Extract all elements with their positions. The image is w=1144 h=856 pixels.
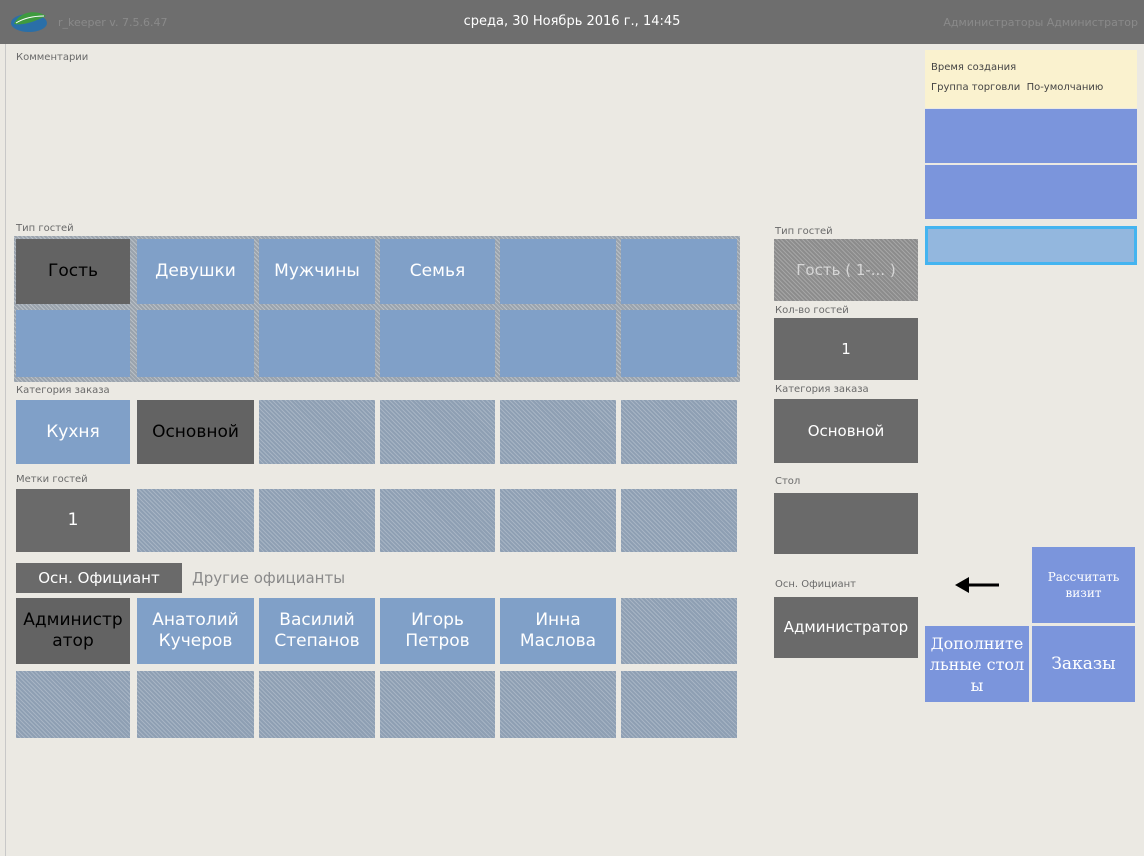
guest-type-tile-empty[interactable]	[500, 310, 616, 377]
guest-type-tile[interactable]: Девушки	[137, 239, 254, 304]
extra-tables-button[interactable]: Дополнительные столы	[925, 626, 1029, 702]
order-category-tile-empty[interactable]	[500, 400, 616, 464]
order-category-label: Категория заказа	[16, 385, 110, 396]
waiter-second-line: Кучеров	[158, 631, 233, 651]
order-category-tile-empty[interactable]	[380, 400, 495, 464]
waiter-tile[interactable]: Администр атор	[16, 598, 130, 664]
guest-type-tile-empty[interactable]	[380, 310, 495, 377]
waiter-second-line: Петров	[405, 631, 470, 651]
waiter-tile[interactable]: Василий Степанов	[259, 598, 375, 664]
summary-waiter-button[interactable]: Администратор	[774, 597, 918, 658]
order-category-tile[interactable]: Кухня	[16, 400, 130, 464]
tab-other-waiters[interactable]: Другие официанты	[192, 569, 345, 587]
waiter-first-line: Василий	[279, 610, 355, 630]
waiter-tile[interactable]: Анатолий Кучеров	[137, 598, 254, 664]
guest-type-tile[interactable]: Мужчины	[259, 239, 375, 304]
guest-type-tile-empty[interactable]	[621, 239, 737, 304]
trade-group-label-text: Группа торговли	[931, 82, 1021, 93]
guest-mark-tile-empty[interactable]	[500, 489, 616, 552]
guest-type-label: Тип гостей	[16, 223, 74, 234]
comments-area[interactable]	[14, 64, 739, 214]
guest-type-tile-empty[interactable]	[621, 310, 737, 377]
guest-marks-label: Метки гостей	[16, 474, 88, 485]
guest-mark-tile-empty[interactable]	[621, 489, 737, 552]
right-panel-slot-1[interactable]	[925, 109, 1137, 163]
title-bar: r_keeper v. 7.5.6.47 среда, 30 Ноябрь 20…	[0, 0, 1144, 44]
waiter-first-line: Инна	[535, 610, 581, 630]
arrow-left-icon[interactable]	[953, 574, 1003, 596]
right-panel-input[interactable]	[925, 226, 1137, 265]
guest-type-tile[interactable]: Семья	[380, 239, 495, 304]
order-info-box: Время создания Группа торговли По-умолча…	[925, 50, 1137, 108]
waiter-second-line: Степанов	[274, 631, 360, 651]
comments-label: Комментарии	[16, 52, 89, 63]
waiter-tile-empty[interactable]	[380, 671, 495, 738]
guest-mark-tile-empty[interactable]	[137, 489, 254, 552]
summary-table-label: Стол	[775, 476, 801, 487]
tab-main-waiter[interactable]: Осн. Официант	[16, 563, 182, 593]
summary-guest-count-button[interactable]: 1	[774, 318, 918, 380]
summary-guest-type-label: Тип гостей	[775, 226, 833, 237]
summary-waiter-label: Осн. Официант	[775, 579, 856, 590]
waiter-tile-empty[interactable]	[137, 671, 254, 738]
waiter-tile-empty[interactable]	[621, 598, 737, 664]
guest-type-tile-empty[interactable]	[500, 239, 616, 304]
guest-type-tile-empty[interactable]	[137, 310, 254, 377]
waiter-tile-empty[interactable]	[259, 671, 375, 738]
summary-guest-count-label: Кол-во гостей	[775, 305, 849, 316]
summary-order-category-button[interactable]: Основной	[774, 399, 918, 463]
summary-order-category-label: Категория заказа	[775, 384, 869, 395]
calc-visit-button[interactable]: Рассчитать визит	[1032, 547, 1135, 623]
waiter-second-line: атор	[52, 631, 94, 651]
summary-table-button[interactable]	[774, 493, 918, 554]
order-category-tile[interactable]: Основной	[137, 400, 254, 464]
waiter-second-line: Маслова	[519, 631, 597, 651]
guest-mark-tile[interactable]: 1	[16, 489, 130, 552]
guest-type-tile[interactable]: Гость	[16, 239, 130, 304]
waiter-tile-empty[interactable]	[500, 671, 616, 738]
waiter-first-line: Игорь	[411, 610, 464, 630]
trade-group-label: Группа торговли По-умолчанию	[931, 82, 1103, 93]
order-category-tile-empty[interactable]	[259, 400, 375, 464]
waiter-first-line: Анатолий	[152, 610, 239, 630]
order-category-tile-empty[interactable]	[621, 400, 737, 464]
left-border	[5, 44, 6, 856]
user-text: Администраторы Администратор	[943, 16, 1138, 29]
orders-button[interactable]: Заказы	[1032, 626, 1135, 702]
guest-mark-tile-empty[interactable]	[259, 489, 375, 552]
waiter-first-line: Администр	[23, 610, 123, 630]
right-panel-slot-2[interactable]	[925, 165, 1137, 219]
trade-group-value: По-умолчанию	[1026, 82, 1104, 93]
waiter-tile-empty[interactable]	[621, 671, 737, 738]
guest-type-tile-empty[interactable]	[259, 310, 375, 377]
created-time-label: Время создания	[931, 62, 1017, 73]
guest-type-tile-empty[interactable]	[16, 310, 130, 377]
summary-guest-type-button[interactable]: Гость ( 1-... )	[774, 239, 918, 301]
guest-mark-tile-empty[interactable]	[380, 489, 495, 552]
waiter-tile[interactable]: Инна Маслова	[500, 598, 616, 664]
waiter-tile-empty[interactable]	[16, 671, 130, 738]
waiter-tile[interactable]: Игорь Петров	[380, 598, 495, 664]
